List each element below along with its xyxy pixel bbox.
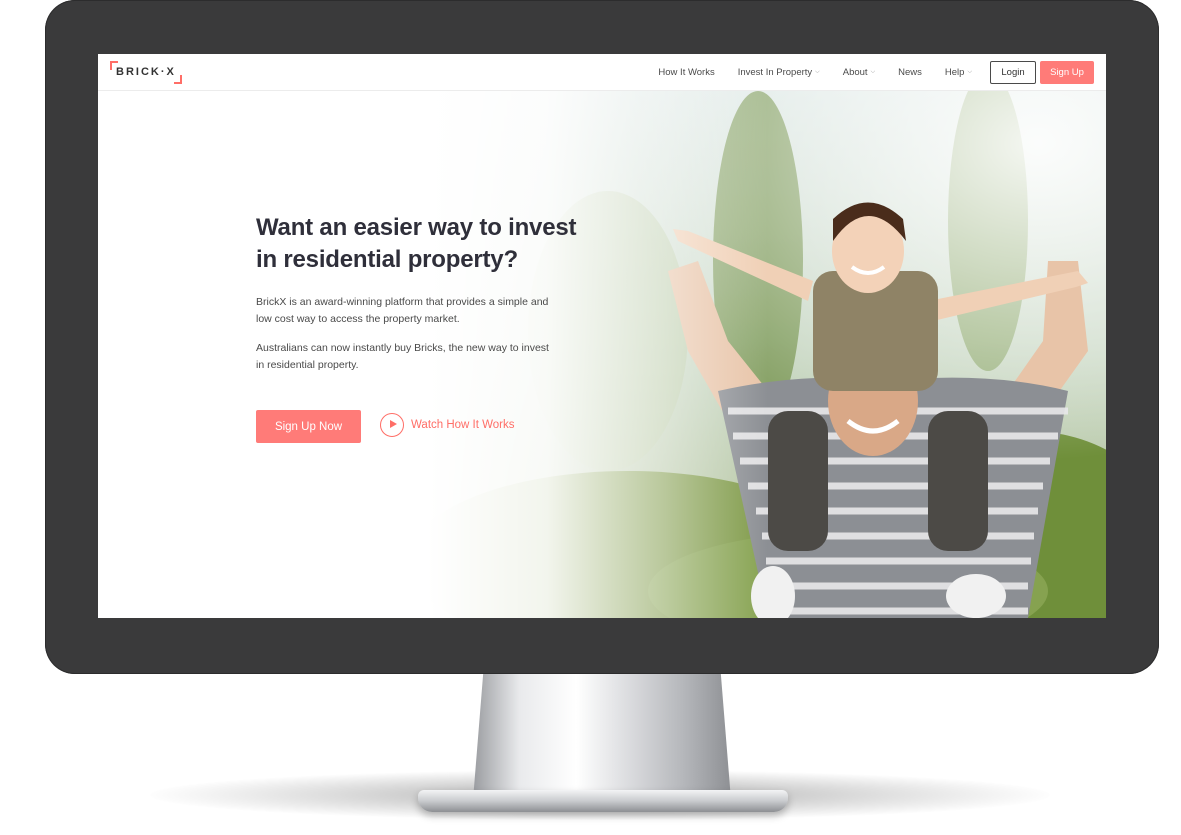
nav-link-help[interactable]: Help ⌵ xyxy=(945,67,972,78)
watch-how-it-works-link[interactable]: Watch How It Works xyxy=(380,412,515,437)
nav-link-label: How It Works xyxy=(658,67,715,78)
nav-link-label: Help xyxy=(944,67,965,78)
chevron-down-icon: ⌵ xyxy=(967,69,972,75)
hero-paragraph-2: Australians can now instantly buy Bricks… xyxy=(256,342,549,371)
sign-up-now-button[interactable]: Sign Up Now xyxy=(256,410,361,443)
play-icon xyxy=(380,412,404,437)
top-navigation: BRICK·X How It Works Invest In Property … xyxy=(98,54,1106,91)
chevron-down-icon: ⌵ xyxy=(815,69,820,75)
hero-headline-line-2: in residential property? xyxy=(256,246,518,273)
nav-link-label: News xyxy=(898,67,922,78)
nav-link-how-it-works[interactable]: How It Works xyxy=(658,67,714,78)
nav-link-label: About xyxy=(842,67,868,78)
hero-headline: Want an easier way to invest in resident… xyxy=(256,212,616,276)
hero-paragraph-1: BrickX is an award-winning platform that… xyxy=(256,296,549,325)
login-button[interactable]: Login xyxy=(990,61,1036,84)
chevron-down-icon: ⌵ xyxy=(870,69,876,75)
hero-actions: Sign Up Now Watch How It Works xyxy=(256,410,515,443)
watch-how-it-works-label: Watch How It Works xyxy=(411,418,515,431)
monitor-stand-neck xyxy=(473,672,731,800)
nav-links: How It Works Invest In Property ⌵ About … xyxy=(635,54,1094,91)
logo-text: BRICK·X xyxy=(116,66,176,78)
nav-link-invest-in-property[interactable]: Invest In Property ⌵ xyxy=(738,67,820,78)
hero-headline-line-1: Want an easier way to invest xyxy=(256,214,577,241)
monitor-stand-base xyxy=(418,790,788,812)
signup-button[interactable]: Sign Up xyxy=(1040,61,1094,84)
monitor-screen: BRICK·X How It Works Invest In Property … xyxy=(98,54,1106,618)
hero-copy: Want an easier way to invest in resident… xyxy=(256,212,616,374)
brickx-logo[interactable]: BRICK·X xyxy=(110,61,182,84)
nav-link-about[interactable]: About ⌵ xyxy=(843,67,875,78)
nav-link-label: Invest In Property xyxy=(737,67,813,78)
nav-link-news[interactable]: News xyxy=(898,67,922,78)
